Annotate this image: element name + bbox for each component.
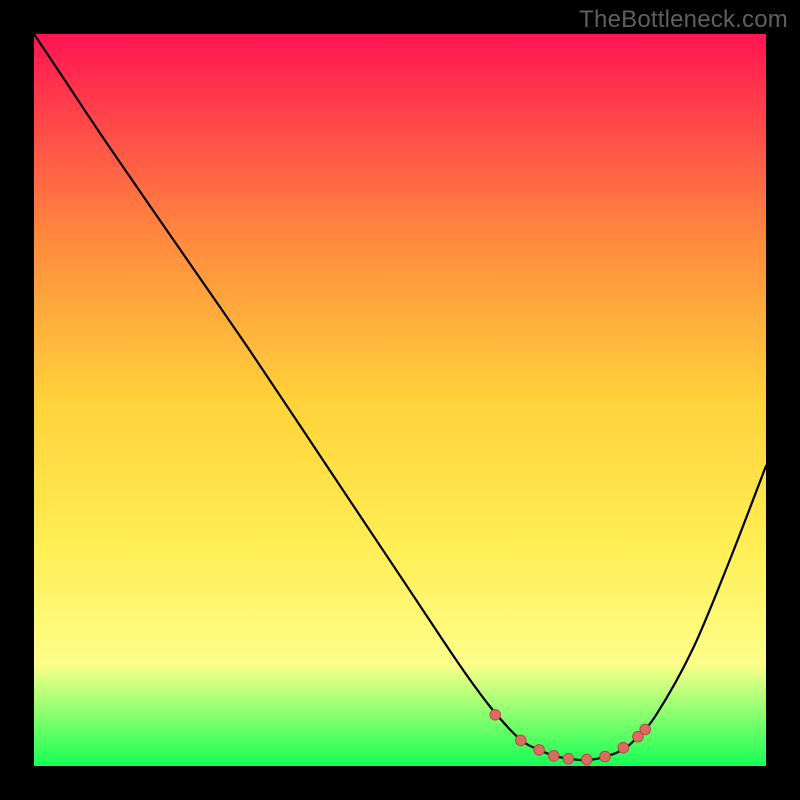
curve-marker xyxy=(548,751,559,762)
chart-frame: TheBottleneck.com xyxy=(0,0,800,800)
curve-marker xyxy=(640,724,651,735)
curve-marker xyxy=(563,753,574,764)
gradient-bg xyxy=(34,34,766,766)
watermark-text: TheBottleneck.com xyxy=(579,6,788,34)
curve-marker xyxy=(600,751,611,762)
curve-marker xyxy=(534,745,545,756)
curve-marker xyxy=(516,735,527,746)
curve-marker xyxy=(490,710,501,721)
curve-marker xyxy=(581,754,592,765)
curve-marker xyxy=(618,742,629,753)
plot-area xyxy=(34,34,766,766)
chart-svg xyxy=(34,34,766,766)
